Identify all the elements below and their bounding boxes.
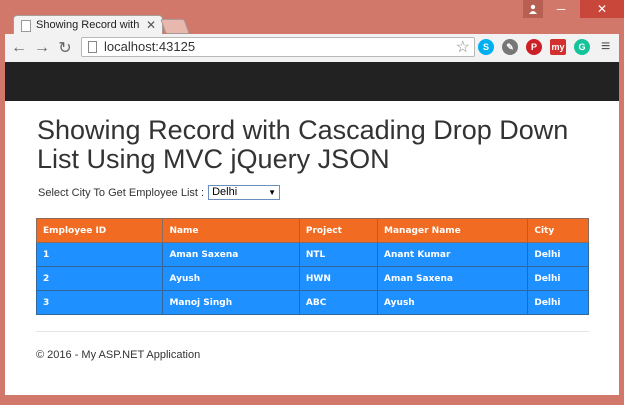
chevron-down-icon: ▼ (268, 188, 277, 197)
site-navbar (5, 62, 619, 101)
cell-employee-id: 3 (35, 290, 164, 315)
forward-button[interactable]: → (32, 38, 52, 58)
cell-city: Delhi (527, 266, 589, 291)
tab-close-icon[interactable]: ✕ (146, 18, 156, 32)
menu-icon[interactable]: ≡ (601, 38, 610, 56)
table-row: 3 Manoj Singh ABC Ayush Delhi (35, 290, 589, 315)
page-viewport: Showing Record with Cascading Drop Down … (5, 62, 619, 395)
url-text: localhost:43125 (104, 39, 196, 54)
page-favicon-icon (21, 20, 31, 32)
cell-project: ABC (298, 290, 379, 315)
cell-manager-name: Anant Kumar (377, 242, 529, 267)
grammarly-icon[interactable]: G (574, 39, 590, 55)
city-select[interactable]: Delhi ▼ (208, 185, 281, 200)
employee-table: Employee ID Name Project Manager Name Ci… (35, 218, 589, 315)
header-name: Name (162, 218, 300, 243)
header-employee-id: Employee ID (35, 218, 164, 243)
skype-icon[interactable]: S (478, 39, 494, 55)
browser-toolbar: ← → ↻ localhost:43125 ☆ S ✎ Pmy G ≡ (5, 34, 619, 63)
footer-divider (36, 331, 589, 332)
page-footer: © 2016 - My ASP.NET Application (36, 349, 201, 361)
table-row: 2 Ayush HWN Aman Saxena Delhi (35, 266, 589, 291)
tab-title: Showing Record with Cas (36, 19, 142, 31)
minimize-button[interactable]: ─ (548, 0, 574, 18)
cell-employee-id: 2 (35, 266, 164, 291)
browser-window: Showing Record with Cas ✕ ─ ☐ ✕ ← → ↻ lo… (0, 0, 624, 405)
table-row: 1 Aman Saxena NTL Anant Kumar Delhi (35, 242, 589, 267)
my-icon[interactable]: my (550, 39, 566, 55)
back-button[interactable]: ← (9, 38, 29, 58)
cell-manager-name: Aman Saxena (377, 266, 529, 291)
new-tab-button[interactable] (160, 19, 190, 34)
page-title: Showing Record with Cascading Drop Down … (37, 115, 569, 174)
window-close-container: ✕ (580, 0, 624, 20)
bookmark-star-icon[interactable]: ☆ (456, 37, 470, 57)
eyedropper-icon[interactable]: ✎ (502, 39, 518, 55)
pinterest-icon[interactable]: P (526, 39, 542, 55)
cell-name: Manoj Singh (162, 290, 300, 315)
header-manager-name: Manager Name (377, 218, 529, 243)
reload-button[interactable]: ↻ (55, 38, 75, 58)
user-icon[interactable] (523, 0, 543, 18)
page-icon (88, 41, 97, 53)
cell-name: Aman Saxena (162, 242, 300, 267)
cell-city: Delhi (527, 290, 589, 315)
cell-project: NTL (298, 242, 379, 267)
window-close-button[interactable]: ✕ (580, 0, 624, 18)
cell-name: Ayush (162, 266, 300, 291)
cell-city: Delhi (527, 242, 589, 267)
table-header-row: Employee ID Name Project Manager Name Ci… (35, 218, 589, 243)
city-select-value: Delhi (212, 186, 238, 198)
city-filter: Select City To Get Employee List : Delhi… (38, 185, 281, 200)
tab-strip: Showing Record with Cas ✕ ─ ☐ ✕ (0, 0, 624, 36)
cell-manager-name: Ayush (377, 290, 529, 315)
cell-project: HWN (298, 266, 379, 291)
filter-label: Select City To Get Employee List : (38, 186, 205, 199)
header-city: City (527, 218, 589, 243)
cell-employee-id: 1 (35, 242, 164, 267)
address-bar[interactable]: localhost:43125 ☆ (81, 37, 475, 57)
browser-tab[interactable]: Showing Record with Cas ✕ (13, 15, 163, 36)
header-project: Project (298, 218, 379, 243)
